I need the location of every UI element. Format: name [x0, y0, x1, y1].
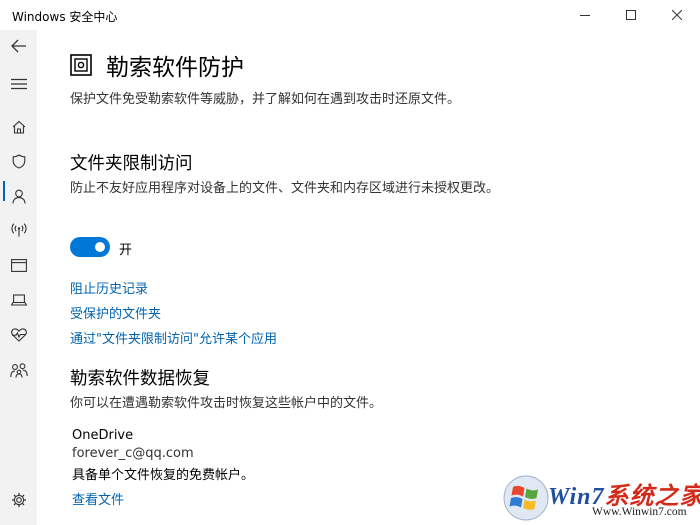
allow-app-link[interactable]: 通过"文件夹限制访问"允许某个应用 — [70, 328, 277, 347]
recovery-section-title: 勒索软件数据恢复 — [70, 369, 210, 389]
hamburger-menu-icon — [10, 78, 27, 90]
watermark-url: Www.Winwin7.com — [592, 506, 687, 518]
main-content: 勒索软件防护 保护文件免受勒索软件等威胁，并了解如何在遇到攻击时还原文件。 文件… — [37, 30, 700, 525]
cfa-toggle[interactable] — [70, 237, 110, 257]
minimize-icon — [580, 15, 590, 16]
maximize-icon — [626, 10, 636, 20]
cfa-toggle-label: 开 — [119, 243, 133, 258]
recovery-description: 你可以在遭遇勒索软件攻击时恢复这些帐户中的文件。 — [70, 396, 383, 411]
back-button[interactable] — [0, 31, 37, 61]
close-button[interactable] — [654, 0, 700, 30]
ransomware-protection-icon — [70, 54, 92, 76]
account-type: 具备单个文件恢复的免费帐户。 — [72, 468, 255, 483]
view-files-link[interactable]: 查看文件 — [72, 489, 124, 508]
protected-folders-link[interactable]: 受保护的文件夹 — [70, 303, 161, 322]
minimize-button[interactable] — [562, 0, 608, 30]
settings-button[interactable] — [0, 485, 37, 515]
page-description: 保护文件免受勒索软件等威胁，并了解如何在遇到攻击时还原文件。 — [70, 92, 461, 107]
sidebar-item-home[interactable] — [0, 112, 37, 142]
page-title: 勒索软件防护 — [106, 55, 244, 81]
cfa-section-title: 文件夹限制访问 — [70, 154, 193, 174]
close-icon — [672, 10, 682, 20]
person-icon — [11, 189, 26, 204]
onedrive-provider: OneDrive — [72, 428, 134, 443]
window-title: Windows 安全中心 — [12, 10, 118, 24]
sidebar-item-virus-protection[interactable] — [0, 146, 37, 176]
back-arrow-icon — [10, 39, 26, 53]
sidebar-item-family[interactable] — [0, 355, 37, 385]
toggle-knob — [95, 242, 105, 252]
sidebar-item-account[interactable] — [0, 181, 37, 211]
block-history-link[interactable]: 阻止历史记录 — [70, 278, 148, 297]
browser-window-icon — [10, 258, 27, 272]
sidebar-item-app-browser[interactable] — [0, 250, 37, 280]
heart-health-icon — [10, 328, 27, 342]
family-icon — [9, 362, 28, 378]
menu-button[interactable] — [0, 69, 37, 99]
shield-icon — [12, 153, 25, 169]
sidebar-item-firewall-network[interactable] — [0, 215, 37, 245]
page-header: 勒索软件防护 — [70, 50, 244, 81]
maximize-button[interactable] — [608, 0, 654, 30]
sidebar — [0, 30, 37, 525]
home-icon — [12, 120, 25, 134]
gear-icon — [11, 493, 26, 507]
title-bar: Windows 安全中心 — [0, 0, 700, 30]
sidebar-item-device-performance[interactable] — [0, 320, 37, 350]
windows-logo-icon — [503, 475, 549, 521]
onedrive-account: forever_c@qq.com — [72, 446, 194, 461]
cfa-description: 防止不友好应用程序对设备上的文件、文件夹和内存区域进行未授权更改。 — [70, 181, 500, 196]
sidebar-item-device-security[interactable] — [0, 285, 37, 315]
laptop-icon — [10, 294, 27, 306]
wireless-antenna-icon — [11, 223, 26, 237]
watermark: Win7系统之家 Www.Winwin7.com — [500, 470, 700, 525]
